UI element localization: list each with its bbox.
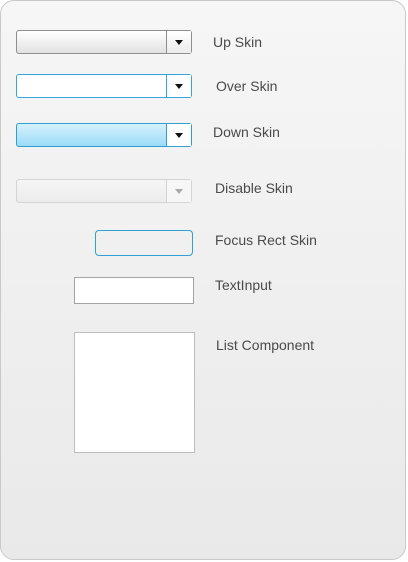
combo-over-skin[interactable] <box>16 74 192 98</box>
label-focus-rect-skin: Focus Rect Skin <box>215 232 317 248</box>
label-text-input: TextInput <box>215 277 272 293</box>
chevron-down-icon <box>175 83 183 89</box>
focus-rect-skin <box>95 230 193 256</box>
skins-panel: Up Skin Over Skin Down Skin Disable Skin… <box>0 0 406 560</box>
label-up-skin: Up Skin <box>213 34 263 50</box>
text-input-field[interactable] <box>74 277 194 304</box>
dropdown-button-down[interactable] <box>166 124 191 146</box>
label-disable-skin: Disable Skin <box>215 180 293 196</box>
label-over-skin: Over Skin <box>216 78 278 94</box>
chevron-down-icon <box>175 188 183 194</box>
combo-down-skin[interactable] <box>16 123 192 147</box>
combo-up-skin[interactable] <box>16 30 192 54</box>
label-list-component: List Component <box>216 337 315 353</box>
dropdown-button-over[interactable] <box>166 75 191 97</box>
dropdown-button-up[interactable] <box>166 31 191 53</box>
chevron-down-icon <box>175 132 183 138</box>
combo-disabled-skin <box>16 179 192 203</box>
label-down-skin: Down Skin <box>213 124 280 140</box>
chevron-down-icon <box>175 39 183 45</box>
list-component-box[interactable] <box>74 332 195 453</box>
dropdown-button-disabled <box>166 180 191 202</box>
